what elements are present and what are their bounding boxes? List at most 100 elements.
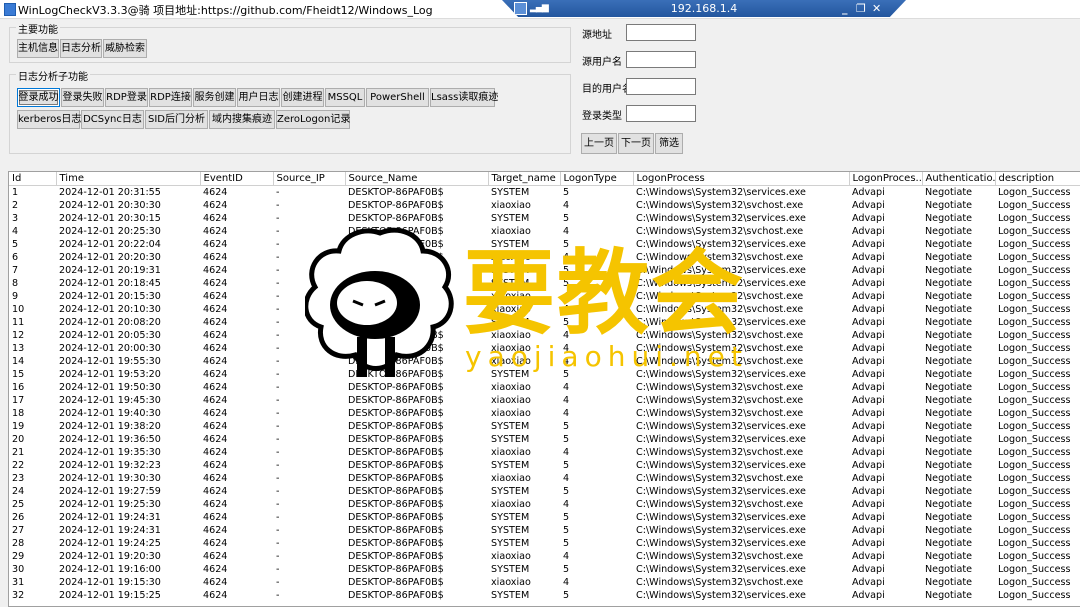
table-row[interactable]: 11 2024-12-01 20:08:20 4624 - DESKTOP-86PAF0… <box>9 316 1080 329</box>
log-table[interactable]: Id Time EventID Source_IP Source_Name Target_… <box>8 171 1080 607</box>
column-header[interactable]: description <box>995 172 1080 186</box>
source-user-input[interactable] <box>626 51 696 68</box>
table-row[interactable]: 2 2024-12-01 20:30:30 4624 - DESKTOP-86PAF0B… <box>9 199 1080 212</box>
next-page-button[interactable]: 下一页 <box>618 133 654 154</box>
table-row[interactable]: 20 2024-12-01 19:36:50 4624 - DESKTOP-86PAF0… <box>9 433 1080 446</box>
table-cell: 4624 <box>203 226 228 237</box>
table-row[interactable]: 26 2024-12-01 19:24:31 4624 - DESKTOP-86PAF0… <box>9 511 1080 524</box>
column-header[interactable]: LogonProces... <box>849 172 923 186</box>
table-row[interactable]: 27 2024-12-01 19:24:31 4624 - DESKTOP-86PAF0… <box>9 524 1080 537</box>
table-cell: 5 <box>563 278 570 289</box>
table-row[interactable]: 10 2024-12-01 20:10:30 4624 - DESKTOP-86PAF0… <box>9 303 1080 316</box>
table-row[interactable]: 5 2024-12-01 20:22:04 4624 - DESKTOP-86PAF0B… <box>9 238 1080 251</box>
table-cell: Negotiate <box>925 213 973 224</box>
table-cell: DESKTOP-86PAF0B$ <box>348 265 444 276</box>
table-row[interactable]: 13 2024-12-01 20:00:30 4624 - DESKTOP-86PAF0… <box>9 342 1080 355</box>
prev-page-button[interactable]: 上一页 <box>581 133 617 154</box>
domain-recon-button[interactable]: 域内搜集痕迹 <box>209 110 275 129</box>
table-row[interactable]: 12 2024-12-01 20:05:30 4624 - DESKTOP-86PAF0… <box>9 329 1080 342</box>
table-row[interactable]: 17 2024-12-01 19:45:30 4624 - DESKTOP-86PAF0… <box>9 394 1080 407</box>
column-header[interactable]: Source_IP <box>273 172 346 186</box>
table-row[interactable]: 7 2024-12-01 20:19:31 4624 - DESKTOP-86PAF0B… <box>9 264 1080 277</box>
table-row[interactable]: 14 2024-12-01 19:55:30 4624 - DESKTOP-86PAF0… <box>9 355 1080 368</box>
table-row[interactable]: 9 2024-12-01 20:15:30 4624 - DESKTOP-86PAF0B… <box>9 290 1080 303</box>
table-cell: 17 <box>12 395 25 406</box>
table-cell: 6 <box>12 252 19 263</box>
rdp-minimize-button[interactable]: _ <box>842 2 848 15</box>
table-row[interactable]: 4 2024-12-01 20:25:30 4624 - DESKTOP-86PAF0B… <box>9 225 1080 238</box>
logon-success-button[interactable]: 登录成功 <box>17 88 60 107</box>
table-cell: - <box>276 551 280 562</box>
table-cell: Logon_Success <box>998 200 1071 211</box>
column-header[interactable]: Authenticatio... <box>922 172 996 186</box>
column-header[interactable]: LogonType <box>560 172 634 186</box>
column-header[interactable]: Time <box>56 172 201 186</box>
table-row[interactable]: 3 2024-12-01 20:30:15 4624 - DESKTOP-86PAF0B… <box>9 212 1080 225</box>
source-addr-input[interactable] <box>626 24 696 41</box>
rdp-restore-button[interactable]: ❐ <box>856 2 866 15</box>
logon-type-input[interactable] <box>626 105 696 122</box>
user-log-button[interactable]: 用户日志 <box>237 88 280 107</box>
table-row[interactable]: 31 2024-12-01 19:15:30 4624 - DESKTOP-86PAF0… <box>9 576 1080 589</box>
main-functions-legend: 主要功能 <box>16 21 60 36</box>
table-row[interactable]: 16 2024-12-01 19:50:30 4624 - DESKTOP-86PAF0… <box>9 381 1080 394</box>
table-row[interactable]: 32 2024-12-01 19:15:25 4624 - DESKTOP-86PAF0… <box>9 589 1080 602</box>
table-cell: DESKTOP-86PAF0B$ <box>348 369 444 380</box>
process-create-button[interactable]: 创建进程 <box>281 88 324 107</box>
table-cell: 18 <box>12 408 25 419</box>
table-row[interactable]: 18 2024-12-01 19:40:30 4624 - DESKTOP-86PAF0… <box>9 407 1080 420</box>
rdp-logon-button[interactable]: RDP登录 <box>105 88 148 107</box>
table-cell: C:\Windows\System32\svchost.exe <box>636 447 804 458</box>
log-analysis-button[interactable]: 日志分析 <box>60 39 102 58</box>
column-header[interactable]: Target_name <box>488 172 561 186</box>
table-cell: - <box>276 343 280 354</box>
column-header[interactable]: Source_Name <box>345 172 489 186</box>
kerberos-log-button[interactable]: kerberos日志 <box>17 110 81 129</box>
column-header[interactable]: EventID <box>200 172 274 186</box>
table-cell: 4 <box>563 226 570 237</box>
table-row[interactable]: 1 2024-12-01 20:31:55 4624 - DESKTOP-86PAF0B… <box>9 186 1080 200</box>
mssql-button[interactable]: MSSQL <box>325 88 365 107</box>
table-cell: xiaoxiao <box>491 304 531 315</box>
table-row[interactable]: 8 2024-12-01 20:18:45 4624 - DESKTOP-86PAF0B… <box>9 277 1080 290</box>
table-row[interactable]: 6 2024-12-01 20:20:30 4624 - DESKTOP-86PAF0B… <box>9 251 1080 264</box>
column-header[interactable]: Id <box>9 172 57 186</box>
table-row[interactable]: 30 2024-12-01 19:16:00 4624 - DESKTOP-86PAF0… <box>9 563 1080 576</box>
table-cell: 15 <box>12 369 25 380</box>
dcsync-log-button[interactable]: DCSync日志 <box>81 110 144 129</box>
table-row[interactable]: 23 2024-12-01 19:30:30 4624 - DESKTOP-86PAF0… <box>9 472 1080 485</box>
table-cell: - <box>276 590 280 601</box>
table-cell: 4624 <box>203 343 228 354</box>
table-cell: 2024-12-01 19:55:30 <box>59 356 161 367</box>
table-row[interactable]: 28 2024-12-01 19:24:25 4624 - DESKTOP-86PAF0… <box>9 537 1080 550</box>
column-header[interactable]: LogonProcess <box>633 172 850 186</box>
table-cell: 10 <box>12 304 25 315</box>
logon-failure-button[interactable]: 登录失败 <box>61 88 104 107</box>
threat-search-button[interactable]: 威胁检索 <box>103 39 147 58</box>
zerologon-button[interactable]: ZeroLogon记录 <box>276 110 350 129</box>
powershell-button[interactable]: PowerShell <box>366 88 429 107</box>
table-row[interactable]: 19 2024-12-01 19:38:20 4624 - DESKTOP-86PAF0… <box>9 420 1080 433</box>
table-row[interactable]: 22 2024-12-01 19:32:23 4624 - DESKTOP-86PAF0… <box>9 459 1080 472</box>
table-row[interactable]: 24 2024-12-01 19:27:59 4624 - DESKTOP-86PAF0… <box>9 485 1080 498</box>
lsass-read-button[interactable]: Lsass读取痕迹 <box>430 88 498 107</box>
table-cell: 2024-12-01 19:36:50 <box>59 434 161 445</box>
table-row[interactable]: 21 2024-12-01 19:35:30 4624 - DESKTOP-86PAF0… <box>9 446 1080 459</box>
table-cell: DESKTOP-86PAF0B$ <box>348 447 444 458</box>
sid-backdoor-button[interactable]: SID后门分析 <box>145 110 208 129</box>
table-cell: 2024-12-01 19:15:30 <box>59 577 161 588</box>
rdp-connect-button[interactable]: RDP连接 <box>149 88 192 107</box>
table-cell: 2024-12-01 19:16:00 <box>59 564 161 575</box>
table-cell: C:\Windows\System32\svchost.exe <box>636 226 804 237</box>
rdp-close-button[interactable]: ✕ <box>872 2 881 15</box>
filter-button[interactable]: 筛选 <box>655 133 683 154</box>
table-row[interactable]: 25 2024-12-01 19:25:30 4624 - DESKTOP-86PAF0… <box>9 498 1080 511</box>
host-info-button[interactable]: 主机信息 <box>17 39 59 58</box>
target-user-input[interactable] <box>626 78 696 95</box>
service-create-button[interactable]: 服务创建 <box>193 88 236 107</box>
table-row[interactable]: 29 2024-12-01 19:20:30 4624 - DESKTOP-86PAF0… <box>9 550 1080 563</box>
table-cell: Negotiate <box>925 252 973 263</box>
table-row[interactable]: 15 2024-12-01 19:53:20 4624 - DESKTOP-86PAF0… <box>9 368 1080 381</box>
table-cell: C:\Windows\System32\services.exe <box>636 187 806 198</box>
table-cell: 4624 <box>203 265 228 276</box>
